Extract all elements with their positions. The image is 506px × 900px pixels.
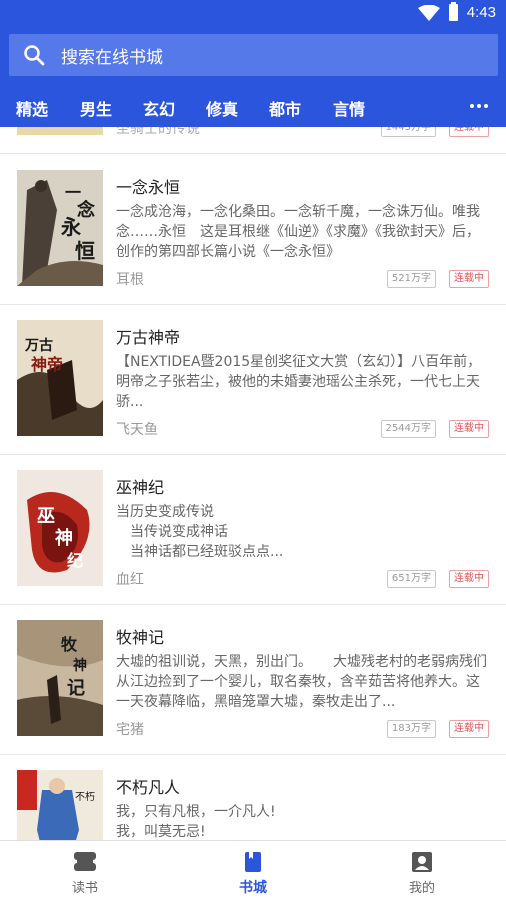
nav-store[interactable]: 书城 (223, 851, 283, 897)
more-icon[interactable] (470, 104, 488, 108)
book-author: 血红 (116, 572, 144, 588)
word-count-badge: 1443万字 (380, 127, 436, 137)
svg-text:神帝: 神帝 (31, 355, 63, 374)
status-badge: 连载中 (449, 270, 489, 288)
svg-text:纪: 纪 (67, 551, 83, 570)
app-header: 4:43 搜索在线书城 精选 男生 玄幻 修真 都市 言情 (0, 0, 506, 127)
status-badge: 连载中 (449, 570, 489, 588)
svg-text:记: 记 (67, 678, 85, 699)
app-root: 4:43 搜索在线书城 精选 男生 玄幻 修真 都市 言情 圣骑士的传说 144… (0, 0, 506, 900)
search-icon (24, 45, 45, 66)
wifi-icon (417, 4, 440, 21)
list-item[interactable]: 牧 神 记 牧神记 大墟的祖训说，天黑，别出门。 大墟残老村的老弱病残们从江边捡… (0, 604, 506, 755)
status-icons: 4:43 (417, 2, 496, 21)
book-list: 圣骑士的传说 1443万字 连载中 一 念 永 恒 一念永恒 一念成沧海，一念化… (0, 127, 506, 840)
book-cover: 万古 神帝 (17, 320, 103, 436)
word-count-badge: 183万字 (386, 720, 436, 738)
tab-fantasy[interactable]: 玄幻 (143, 96, 175, 120)
book-description: 我，只有凡根，一介凡人! 我，叫莫无忌! (116, 804, 276, 840)
list-item[interactable]: 一 念 永 恒 一念永恒 一念成沧海，一念化桑田。一念斩千魔，一念诛万仙。唯我念… (0, 154, 506, 305)
nav-store-label: 书城 (239, 880, 267, 896)
battery-icon (448, 2, 458, 21)
list-item[interactable]: 不朽 不朽凡人 我，只有凡根，一介凡人! 我，叫莫无忌! (0, 754, 506, 840)
search-placeholder: 搜索在线书城 (61, 47, 163, 68)
book-title: 巫神纪 (116, 478, 165, 497)
list-item[interactable]: 万古 神帝 万古神帝 【NEXTIDEA暨2015星创奖征文大赏（玄幻）】八百年… (0, 304, 506, 455)
book-cover: 牧 神 记 (17, 620, 103, 736)
svg-text:牧: 牧 (61, 635, 78, 654)
tab-romance[interactable]: 言情 (333, 96, 365, 120)
book-cover (17, 127, 103, 135)
svg-text:不朽: 不朽 (75, 790, 95, 803)
book-cover: 巫 神 纪 (17, 470, 103, 586)
status-badge: 连载中 (449, 420, 489, 438)
status-time: 4:43 (466, 4, 496, 21)
status-bar: 4:43 (0, 0, 506, 28)
nav-mine-label: 我的 (408, 881, 435, 896)
list-item[interactable]: 圣骑士的传说 1443万字 连载中 (0, 127, 506, 154)
book-author: 飞天鱼 (116, 422, 158, 438)
status-badge: 连载中 (449, 127, 489, 137)
book-description: 一念成沧海，一念化桑田。一念斩千魔，一念诛万仙。唯我念……永恒 这是耳根继《仙逆… (116, 204, 480, 260)
bottom-nav: 读书 书城 我的 (0, 840, 506, 900)
book-title: 万古神帝 (116, 328, 181, 347)
nav-read-label: 读书 (71, 881, 98, 896)
word-count-badge: 2544万字 (380, 420, 436, 438)
tab-cultivation[interactable]: 修真 (206, 96, 238, 120)
svg-text:神: 神 (73, 657, 87, 674)
svg-text:万古: 万古 (24, 337, 53, 354)
book-description: 大墟的祖训说，天黑，别出门。 大墟残老村的老弱病残们从江边捡到了一个婴儿，取名秦… (116, 654, 487, 710)
bookshelf-icon (74, 852, 96, 871)
svg-text:恒: 恒 (75, 239, 95, 263)
book-author: 耳根 (116, 272, 144, 288)
book-cover: 不朽 (17, 770, 103, 840)
category-tabs: 精选 男生 玄幻 修真 都市 言情 (0, 86, 506, 126)
svg-text:永: 永 (60, 215, 81, 239)
status-badge: 连载中 (449, 720, 489, 738)
list-item[interactable]: 巫 神 纪 巫神纪 当历史变成传说 当传说变成神话 当神话都已经斑驳点点... … (0, 454, 506, 605)
book-cover: 一 念 永 恒 (17, 170, 103, 286)
tab-male[interactable]: 男生 (80, 96, 112, 120)
svg-text:巫: 巫 (37, 506, 55, 527)
nav-read[interactable]: 读书 (55, 851, 115, 896)
book-title: 不朽凡人 (116, 778, 181, 797)
svg-text:神: 神 (55, 527, 73, 549)
tab-featured[interactable]: 精选 (16, 96, 48, 120)
tab-urban[interactable]: 都市 (269, 96, 301, 120)
profile-icon (412, 852, 432, 872)
nav-mine[interactable]: 我的 (392, 851, 452, 896)
book-title: 圣骑士的传说 (116, 127, 200, 137)
book-author: 宅猪 (116, 722, 144, 738)
book-description: 【NEXTIDEA暨2015星创奖征文大赏（玄幻）】八百年前，明帝之子张若尘，被… (116, 354, 482, 410)
word-count-badge: 521万字 (386, 270, 436, 288)
book-title: 一念永恒 (116, 178, 181, 197)
book-title: 牧神记 (116, 628, 165, 647)
book-icon (245, 852, 261, 872)
search-bar[interactable]: 搜索在线书城 (9, 34, 498, 76)
word-count-badge: 651万字 (386, 570, 436, 588)
book-description: 当历史变成传说 当传说变成神话 当神话都已经斑驳点点... (116, 504, 284, 560)
